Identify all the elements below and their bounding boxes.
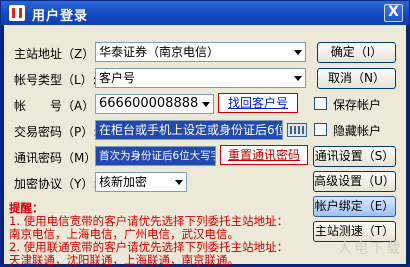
comm-password-input[interactable]: 首次为身份证后6位大写字母 (95, 146, 216, 166)
reset-comm-password-link-box[interactable]: 重置通讯密码 (220, 145, 308, 165)
bind-account-button[interactable]: 帐户绑定（E） (313, 196, 396, 217)
server-value: 华泰证券（南京电信） (99, 45, 220, 59)
save-account-checkbox[interactable] (314, 97, 327, 110)
account-type-value: 客户号 (99, 71, 136, 85)
advanced-settings-button[interactable]: 高级设置（U） (313, 171, 396, 192)
notice-line-4: 天津联通，沈阳联通，上海联通，南京联通。 (9, 253, 239, 267)
comm-settings-button[interactable]: 通讯设置（S） (313, 146, 396, 167)
hide-account-label[interactable]: 隐藏帐户 (333, 122, 381, 139)
title-bar[interactable]: 用户登录 X (1, 1, 409, 25)
chevron-down-icon[interactable] (175, 180, 183, 185)
account-type-label: 帐号类型（L）: (14, 73, 97, 87)
trade-password-hint: 在柜台或手机上设定或身份证后6位 (99, 123, 283, 137)
cancel-button[interactable]: 取消（N） (317, 68, 396, 89)
chevron-down-icon[interactable] (202, 102, 210, 107)
notice-line-3: 2. 使用联通宽带的客户请优先选择下列委托主站地址： (9, 240, 289, 254)
account-label: 帐 号（A）: (14, 99, 99, 113)
encryption-label: 加密协议（Y）: (14, 177, 98, 191)
chevron-down-icon[interactable] (294, 50, 302, 55)
app-logo-icon (9, 5, 25, 21)
ok-button[interactable]: 确定（I） (317, 42, 396, 63)
hide-account-checkbox[interactable] (314, 123, 327, 136)
watermark-logo: 人电下载 (338, 241, 402, 257)
retrieve-account-link-box[interactable]: 找回客户号 (218, 93, 298, 113)
trade-password-input[interactable]: 在柜台或手机上设定或身份证后6位 (95, 120, 283, 140)
encryption-select[interactable]: 核新加密 (95, 172, 187, 192)
server-select[interactable]: 华泰证券（南京电信） (95, 42, 306, 62)
notice-title: 提醒： (9, 201, 44, 215)
save-account-label[interactable]: 保存帐户 (333, 96, 381, 113)
retrieve-account-link[interactable]: 找回客户号 (228, 96, 288, 110)
comm-password-hint: 首次为身份证后6位大写字母 (99, 150, 215, 162)
close-button[interactable]: X (384, 4, 403, 22)
notice-line-1: 1. 使用电信宽带的客户请优先选择下列委托主站地址： (9, 214, 289, 228)
soft-keyboard-icon[interactable] (287, 123, 307, 137)
trade-password-label: 交易密码（P）: (14, 125, 98, 139)
notice-line-2: 南京电信，上海电信，广州电信，武汉电信。 (9, 227, 239, 241)
dialog-body: 主站地址（Z）: 华泰证券（南京电信） 帐号类型（L）: 客户号 帐 号（A）:… (4, 25, 406, 267)
encryption-value: 核新加密 (99, 175, 148, 189)
login-window: 用户登录 X 主站地址（Z）: 华泰证券（南京电信） 帐号类型（L）: 客户号 … (0, 0, 410, 267)
server-label: 主站地址（Z）: (14, 47, 99, 61)
account-type-select[interactable]: 客户号 (95, 68, 306, 88)
chevron-down-icon[interactable] (294, 76, 302, 81)
account-value: 666600008888 (99, 96, 199, 111)
window-title: 用户登录 (32, 9, 89, 24)
reset-comm-password-link[interactable]: 重置通讯密码 (228, 148, 300, 162)
comm-password-label: 通讯密码（M）: (14, 151, 101, 165)
account-input[interactable]: 666600008888 (95, 94, 214, 114)
